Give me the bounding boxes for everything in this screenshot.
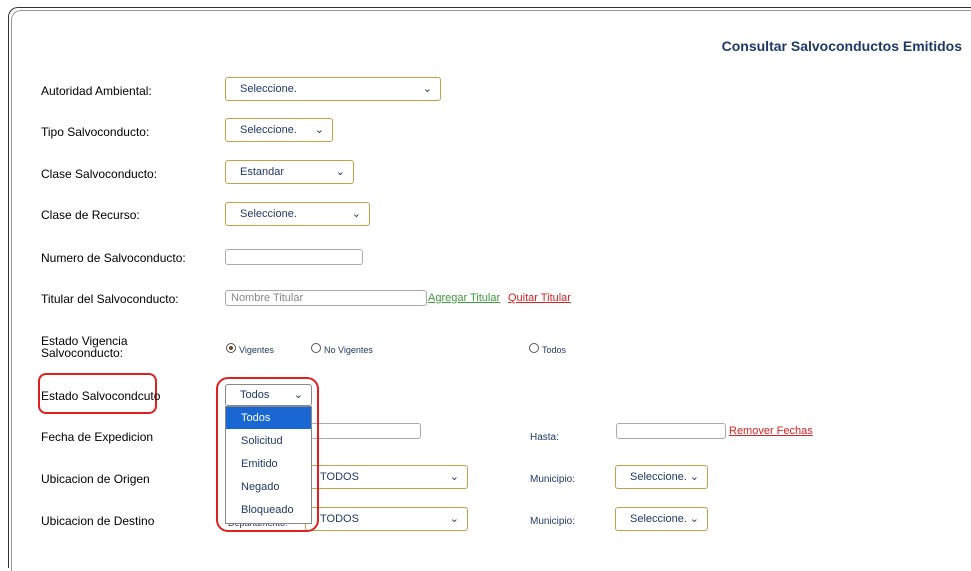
tipo-select-value: Seleccione. — [240, 124, 297, 136]
tipo-select[interactable]: Seleccione. ⌄ — [225, 118, 333, 142]
destino-municipio-label: Municipio: — [530, 516, 576, 527]
autoridad-label: Autoridad Ambiental: — [41, 84, 152, 98]
chevron-down-icon: ⌄ — [689, 471, 699, 483]
no-vigentes-radio[interactable] — [311, 343, 321, 353]
destino-departamento-value: TODOS — [320, 513, 359, 525]
fecha-label: Fecha de Expedicion — [41, 430, 154, 444]
hasta-label: Hasta: — [530, 432, 559, 443]
origen-municipio-label: Municipio: — [530, 474, 576, 485]
vigentes-radio[interactable] — [226, 343, 236, 353]
chevron-down-icon: ⌄ — [314, 124, 324, 136]
chevron-down-icon: ⌄ — [689, 513, 699, 525]
vigencia-label-line2: Salvoconducto: — [41, 346, 124, 360]
destino-municipio-value: Seleccione. — [630, 513, 687, 525]
origen-departamento-value: TODOS — [320, 471, 359, 483]
estado-dropdown-highlight — [216, 377, 319, 532]
destino-municipio-select[interactable]: Seleccione. ⌄ — [615, 507, 708, 531]
numero-label: Numero de Salvoconducto: — [41, 251, 186, 265]
chevron-down-icon: ⌄ — [422, 83, 432, 95]
estado-label: Estado Salvocondcuto — [41, 389, 161, 403]
recurso-select-value: Seleccione. — [240, 208, 297, 220]
origen-municipio-select[interactable]: Seleccione. ⌄ — [615, 465, 708, 489]
titular-input[interactable]: Nombre Titular — [225, 290, 427, 306]
fecha-desde-input[interactable] — [310, 423, 421, 439]
clase-select[interactable]: Estandar ⌄ — [225, 160, 354, 184]
agregar-titular-link[interactable]: Agregar Titular — [428, 292, 500, 304]
clase-select-value: Estandar — [240, 166, 285, 178]
tipo-label: Tipo Salvoconducto: — [41, 125, 150, 139]
remover-fechas-link[interactable]: Remover Fechas — [729, 425, 813, 437]
chevron-down-icon: ⌄ — [449, 513, 459, 525]
vigentes-radio-label: Vigentes — [239, 345, 274, 355]
recurso-label: Clase de Recurso: — [41, 208, 140, 222]
origen-municipio-value: Seleccione. — [630, 471, 687, 483]
destino-departamento-select[interactable]: TODOS ⌄ — [305, 507, 468, 531]
form-frame-inner — [11, 10, 971, 571]
todos-radio-label: Todos — [542, 345, 567, 355]
todos-radio[interactable] — [529, 343, 539, 353]
chevron-down-icon: ⌄ — [351, 208, 361, 220]
recurso-select[interactable]: Seleccione. ⌄ — [225, 202, 370, 226]
quitar-titular-link[interactable]: Quitar Titular — [508, 292, 571, 304]
numero-input[interactable] — [225, 249, 363, 265]
chevron-down-icon: ⌄ — [335, 166, 345, 178]
autoridad-select[interactable]: Seleccione. ⌄ — [225, 77, 441, 101]
origen-label: Ubicacion de Origen — [41, 472, 150, 486]
chevron-down-icon: ⌄ — [449, 471, 459, 483]
fecha-hasta-input[interactable] — [616, 423, 726, 439]
no-vigentes-radio-label: No Vigentes — [324, 345, 373, 355]
page-title: Consultar Salvoconductos Emitidos — [721, 38, 962, 54]
titular-label: Titular del Salvoconducto: — [41, 292, 179, 306]
autoridad-select-value: Seleccione. — [240, 83, 297, 95]
clase-label: Clase Salvoconducto: — [41, 167, 158, 181]
destino-label: Ubicacion de Destino — [41, 514, 155, 528]
origen-departamento-select[interactable]: TODOS ⌄ — [305, 465, 468, 489]
